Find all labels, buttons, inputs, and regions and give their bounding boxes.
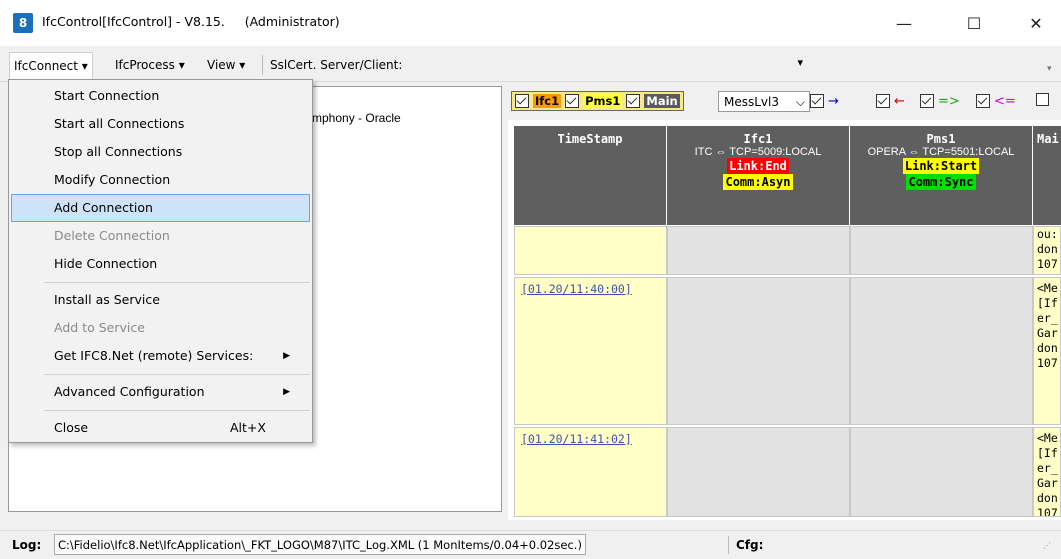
status-bar: Log: C:\Fidelio\Ifc8.Net\IfcApplication\… (0, 530, 1061, 559)
window-title: IfcControl[IfcControl] - V8.15. (Adminis… (42, 14, 340, 29)
table-cell (850, 427, 1033, 517)
table-cell (667, 277, 850, 425)
messlvl-value: MessLvl3 (724, 95, 779, 109)
close-window-button[interactable]: ✕ (1013, 0, 1059, 46)
sslcert-combobox[interactable]: ▾ (420, 54, 810, 76)
link-status-badge: Link:Start (902, 158, 980, 174)
sslcert-label: SslCert. Server/Client: (270, 58, 403, 72)
menu-item-get-remote-services[interactable]: Get IFC8.Net (remote) Services: ▶ (9, 342, 312, 370)
filter-receive[interactable]: ← (876, 93, 905, 109)
table-row-timestamp[interactable] (514, 226, 667, 275)
toggle-main[interactable]: Main (644, 94, 680, 108)
link-status-badge: Link:End (727, 158, 789, 174)
checkbox-icon[interactable] (920, 94, 934, 108)
menu-item-label: Advanced Configuration (54, 384, 205, 399)
column-title: TimeStamp (557, 132, 623, 146)
minimize-button[interactable]: — (881, 0, 927, 46)
column-connection: OPERA ⇔ TCP=5501:LOCAL (867, 146, 1015, 158)
table-cell (667, 226, 850, 275)
menu-item-add-connection[interactable]: Add Connection (11, 194, 310, 222)
cfg-label: Cfg: (736, 538, 764, 552)
arrow-right-icon: → (828, 93, 839, 109)
filter-forward[interactable]: => (920, 93, 960, 109)
log-path-field[interactable]: C:\Fidelio\Ifc8.Net\IfcApplication\_FKT_… (54, 534, 586, 555)
resize-grip-icon[interactable]: ⋰ (1043, 541, 1051, 550)
checkbox-icon[interactable] (565, 94, 580, 108)
menu-item-advanced-configuration[interactable]: Advanced Configuration ▶ (9, 378, 312, 406)
menu-separator (262, 55, 263, 75)
column-title: Pms1 (926, 132, 956, 146)
column-header-pms1[interactable]: Pms1 OPERA ⇔ TCP=5501:LOCAL Link:Start C… (850, 126, 1033, 225)
timestamp-link[interactable]: [01.20/11:41:02] (515, 428, 666, 446)
menu-item-start-connection[interactable]: Start Connection (9, 82, 312, 110)
timestamp-link[interactable]: [01.20/11:40:00] (515, 278, 666, 296)
table-cell (850, 226, 1033, 275)
menu-item-modify-connection[interactable]: Modify Connection (9, 166, 312, 194)
table-cell-main: <Me [If er_ Gar don 107 (1033, 277, 1061, 425)
menu-item-stop-all-connections[interactable]: Stop all Connections (9, 138, 312, 166)
menu-item-hide-connection[interactable]: Hide Connection (9, 250, 312, 278)
menu-item-install-as-service[interactable]: Install as Service (9, 286, 312, 314)
column-header-ifc1[interactable]: Ifc1 ITC ⇔ TCP=5009:LOCAL Link:End Comm:… (667, 126, 850, 225)
table-cell-main: <Me [If er_ Gar don 107 (1033, 427, 1061, 517)
menu-item-delete-connection[interactable]: Delete Connection (9, 222, 312, 250)
maximize-button[interactable]: ☐ (951, 0, 997, 46)
chevron-down-icon: ⌵ (795, 95, 805, 109)
menu-item-close[interactable]: Close Alt+X (9, 414, 312, 442)
menu-item-label: Close (54, 420, 89, 435)
table-cell-main: ou: don 107 (1033, 226, 1061, 275)
menu-separator (44, 410, 310, 411)
column-connection: ITC ⇔ TCP=5009:LOCAL (694, 146, 822, 158)
toggle-ifc1[interactable]: Ifc1 (533, 94, 562, 108)
checkbox-unchecked[interactable] (1036, 93, 1049, 106)
checkbox-icon[interactable] (976, 94, 990, 108)
checkbox-icon[interactable] (515, 94, 529, 108)
title-bar: 8 IfcControl[IfcControl] - V8.15. (Admin… (0, 0, 1061, 46)
log-label: Log: (12, 538, 42, 552)
checkbox-icon[interactable] (626, 94, 641, 108)
menu-separator (44, 374, 310, 375)
menu-separator (44, 282, 310, 283)
table-cell (667, 427, 850, 517)
double-arrow-right-icon: => (938, 93, 960, 109)
column-header-main[interactable]: Mai (1033, 126, 1061, 225)
submenu-arrow-icon: ▶ (283, 387, 290, 397)
table-cell (850, 277, 1033, 425)
filter-send[interactable]: → (810, 93, 839, 109)
column-header-timestamp[interactable]: TimeStamp (514, 126, 667, 225)
connection-label: mphony - Oracle (312, 111, 401, 125)
ifcconnect-dropdown-menu: Start Connection Start all Connections S… (8, 79, 313, 443)
double-arrow-left-icon: <= (994, 93, 1016, 109)
column-title: Mai (1037, 132, 1059, 146)
column-title: Ifc1 (743, 132, 773, 146)
comm-status-badge: Comm:Sync (906, 174, 976, 190)
menu-item-start-all-connections[interactable]: Start all Connections (9, 110, 312, 138)
arrow-left-icon: ← (894, 93, 905, 109)
checkbox-icon[interactable] (876, 94, 890, 108)
app-icon: 8 (13, 13, 33, 33)
comm-status-badge: Comm:Asyn (723, 174, 793, 190)
menu-item-label: Get IFC8.Net (remote) Services: (54, 348, 254, 363)
chevron-down-icon: ▾ (797, 56, 803, 69)
menu-ifcconnect[interactable]: IfcConnect ▾ (9, 52, 93, 80)
toggle-group: Ifc1 Pms1 Main (511, 91, 684, 111)
checkbox-icon[interactable] (810, 94, 824, 108)
scroll-down-icon[interactable]: ▾ (1047, 64, 1057, 74)
status-separator (728, 536, 729, 554)
messlvl-select[interactable]: MessLvl3 ⌵ (718, 91, 810, 112)
table-row-timestamp[interactable]: [01.20/11:40:00] (514, 277, 667, 425)
menu-ifcprocess[interactable]: IfcProcess ▾ (115, 55, 185, 75)
menu-view[interactable]: View ▾ (207, 55, 245, 75)
table-row-timestamp[interactable]: [01.20/11:41:02] (514, 427, 667, 517)
menu-item-add-to-service[interactable]: Add to Service (9, 314, 312, 342)
shortcut-label: Alt+X (230, 420, 266, 435)
toggle-pms1[interactable]: Pms1 (583, 94, 623, 108)
filter-backward[interactable]: <= (976, 93, 1016, 109)
submenu-arrow-icon: ▶ (283, 351, 290, 361)
